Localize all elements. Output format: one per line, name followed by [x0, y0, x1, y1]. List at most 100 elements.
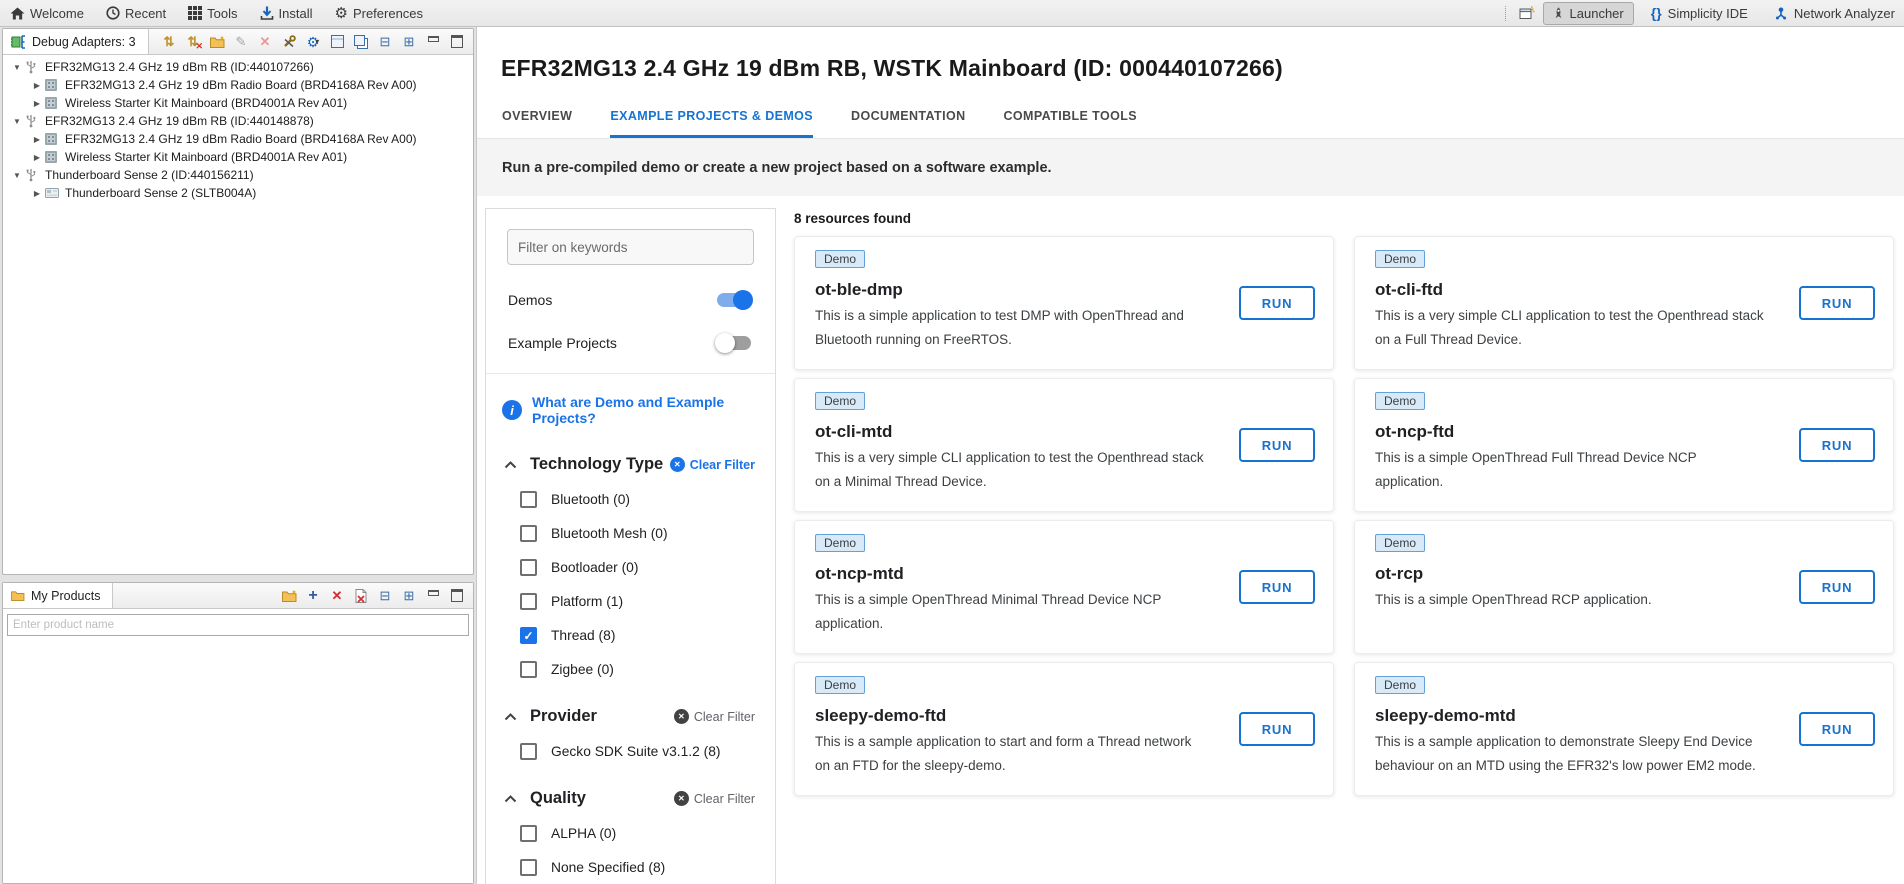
delete-button[interactable]: ✕	[257, 34, 273, 50]
filter-option-bluetooth-mesh[interactable]: Bluetooth Mesh (0)	[520, 525, 775, 542]
edit-icon: ✎	[236, 35, 247, 48]
tree-item-thunderboard[interactable]: ▼ Thunderboard Sense 2 (ID:440156211)	[3, 166, 473, 184]
maximize-panel-button[interactable]	[449, 34, 465, 50]
resource-card-ot-cli-mtd: Demo ot-cli-mtd This is a very simple CL…	[794, 378, 1334, 512]
connect-adapter-button[interactable]: ⇅	[161, 34, 177, 50]
run-button[interactable]: RUN	[1799, 570, 1875, 604]
perspective-launcher[interactable]: Launcher	[1543, 2, 1634, 25]
maximize-panel-button[interactable]	[449, 588, 465, 604]
filter-option-zigbee[interactable]: Zigbee (0)	[520, 661, 775, 678]
tree-item-mainboard[interactable]: ▶ Wireless Starter Kit Mainboard (BRD400…	[3, 148, 473, 166]
table-view-button[interactable]	[329, 34, 345, 50]
expander-icon[interactable]: ▼	[11, 171, 23, 180]
collapse-all-button[interactable]: ⊟	[377, 34, 393, 50]
adapter-settings-button[interactable]: ⚙▾	[305, 34, 321, 50]
info-banner: Run a pre-compiled demo or create a new …	[477, 139, 1904, 196]
technology-type-section-header: Technology Type ✕ Clear Filter	[504, 455, 755, 474]
tree-item-thunderboard-kit[interactable]: ▶ Thunderboard Sense 2 (SLTB004A)	[3, 184, 473, 202]
demo-info-link[interactable]: What are Demo and Example Projects?	[532, 394, 759, 426]
expander-icon[interactable]: ▼	[11, 63, 23, 72]
collapse-all-button[interactable]: ⊟	[377, 588, 393, 604]
keyword-filter-input[interactable]	[507, 229, 754, 265]
debug-adapters-tab[interactable]: Debug Adapters: 3	[3, 29, 149, 54]
clear-filter-icon: ✕	[674, 791, 689, 806]
recent-button[interactable]: Recent	[106, 6, 166, 21]
install-button[interactable]: Install	[260, 6, 313, 21]
perspective-simplicity-ide[interactable]: {} Simplicity IDE	[1642, 2, 1757, 24]
run-button[interactable]: RUN	[1239, 428, 1315, 462]
run-button[interactable]: RUN	[1239, 286, 1315, 320]
board-icon	[45, 96, 60, 110]
device-tools-button[interactable]	[281, 34, 297, 50]
filter-option-alpha[interactable]: ALPHA (0)	[520, 825, 775, 842]
expand-all-button[interactable]: ⊞	[401, 34, 417, 50]
clear-filter-icon: ✕	[670, 457, 685, 472]
resource-card-ot-rcp: Demo ot-rcp This is a simple OpenThread …	[1354, 520, 1894, 654]
run-button[interactable]: RUN	[1239, 712, 1315, 746]
tab-compatible-tools[interactable]: COMPATIBLE TOOLS	[1004, 109, 1137, 138]
tree-item-radio-board[interactable]: ▶ EFR32MG13 2.4 GHz 19 dBm Radio Board (…	[3, 130, 473, 148]
run-button[interactable]: RUN	[1799, 712, 1875, 746]
run-button[interactable]: RUN	[1799, 286, 1875, 320]
expander-icon[interactable]: ▶	[31, 153, 43, 162]
example-projects-toggle[interactable]	[717, 336, 751, 350]
expand-all-icon: ⊞	[404, 35, 415, 48]
chevron-up-icon[interactable]	[504, 461, 517, 469]
minimize-panel-button[interactable]	[425, 588, 441, 604]
perspective-network-analyzer[interactable]: Network Analyzer	[1765, 3, 1904, 24]
filter-option-platform[interactable]: Platform (1)	[520, 593, 775, 610]
dropdown-arrow-icon: ▾	[315, 38, 319, 46]
tab-overview[interactable]: OVERVIEW	[502, 109, 572, 138]
gear-icon: ⚙	[334, 6, 347, 21]
duplicate-view-button[interactable]	[353, 34, 369, 50]
chevron-up-icon[interactable]	[504, 795, 517, 803]
product-search-input[interactable]	[7, 614, 469, 636]
expand-all-button[interactable]: ⊞	[401, 588, 417, 604]
demo-badge: Demo	[815, 250, 865, 268]
minimize-panel-button[interactable]	[425, 34, 441, 50]
rename-button[interactable]: ✎	[233, 34, 249, 50]
run-button[interactable]: RUN	[1239, 570, 1315, 604]
run-button[interactable]: RUN	[1799, 428, 1875, 462]
tree-item-adapter-1[interactable]: ▼ EFR32MG13 2.4 GHz 19 dBm RB (ID:440107…	[3, 58, 473, 76]
demos-toggle[interactable]	[717, 293, 751, 307]
new-group-button[interactable]	[209, 34, 225, 50]
remove-product-button[interactable]: ✕	[329, 588, 345, 604]
tools-button[interactable]: Tools	[188, 6, 237, 21]
tab-example-projects-demos[interactable]: EXAMPLE PROJECTS & DEMOS	[610, 109, 813, 138]
filter-option-bluetooth[interactable]: Bluetooth (0)	[520, 491, 775, 508]
preferences-button[interactable]: ⚙ Preferences	[334, 6, 423, 21]
expander-icon[interactable]: ▶	[31, 81, 43, 90]
disconnect-adapter-button[interactable]: ⇅✕	[185, 34, 201, 50]
filter-option-gecko-sdk[interactable]: Gecko SDK Suite v3.1.2 (8)	[520, 743, 775, 760]
folder-icon	[11, 590, 25, 601]
filter-option-bootloader[interactable]: Bootloader (0)	[520, 559, 775, 576]
results-count: 8 resources found	[794, 211, 1904, 226]
welcome-button[interactable]: Welcome	[10, 6, 84, 21]
remove-all-products-button[interactable]	[353, 588, 369, 604]
add-product-button[interactable]: +	[305, 588, 321, 604]
tree-item-mainboard[interactable]: ▶ Wireless Starter Kit Mainboard (BRD400…	[3, 94, 473, 112]
tab-documentation[interactable]: DOCUMENTATION	[851, 109, 965, 138]
my-products-tab[interactable]: My Products	[3, 583, 113, 608]
expander-icon[interactable]: ▼	[11, 117, 23, 126]
tree-item-adapter-2[interactable]: ▼ EFR32MG13 2.4 GHz 19 dBm RB (ID:440148…	[3, 112, 473, 130]
expander-icon[interactable]: ▶	[31, 99, 43, 108]
expander-icon[interactable]: ▶	[31, 135, 43, 144]
tree-item-radio-board[interactable]: ▶ EFR32MG13 2.4 GHz 19 dBm Radio Board (…	[3, 76, 473, 94]
my-products-list	[3, 640, 473, 883]
card-description: This is a sample application to demonstr…	[1375, 730, 1767, 778]
clear-filter-provider-button[interactable]: ✕ Clear Filter	[674, 709, 755, 724]
open-perspective-button[interactable]	[1519, 5, 1535, 21]
expander-icon[interactable]: ▶	[31, 189, 43, 198]
filter-option-thread[interactable]: ✓ Thread (8)	[520, 627, 775, 644]
demo-info-link-row[interactable]: i What are Demo and Example Projects?	[502, 394, 759, 426]
clear-filter-quality-button[interactable]: ✕ Clear Filter	[674, 791, 755, 806]
usb-kit-icon	[25, 168, 40, 182]
clear-filter-technology-button[interactable]: ✕ Clear Filter	[670, 457, 755, 472]
top-toolbar-left: Welcome Recent Tools Install ⚙ Preferenc…	[0, 6, 423, 21]
chevron-up-icon[interactable]	[504, 713, 517, 721]
add-product-folder-button[interactable]	[281, 588, 297, 604]
filter-option-none-specified[interactable]: None Specified (8)	[520, 859, 775, 876]
demo-badge: Demo	[815, 392, 865, 410]
